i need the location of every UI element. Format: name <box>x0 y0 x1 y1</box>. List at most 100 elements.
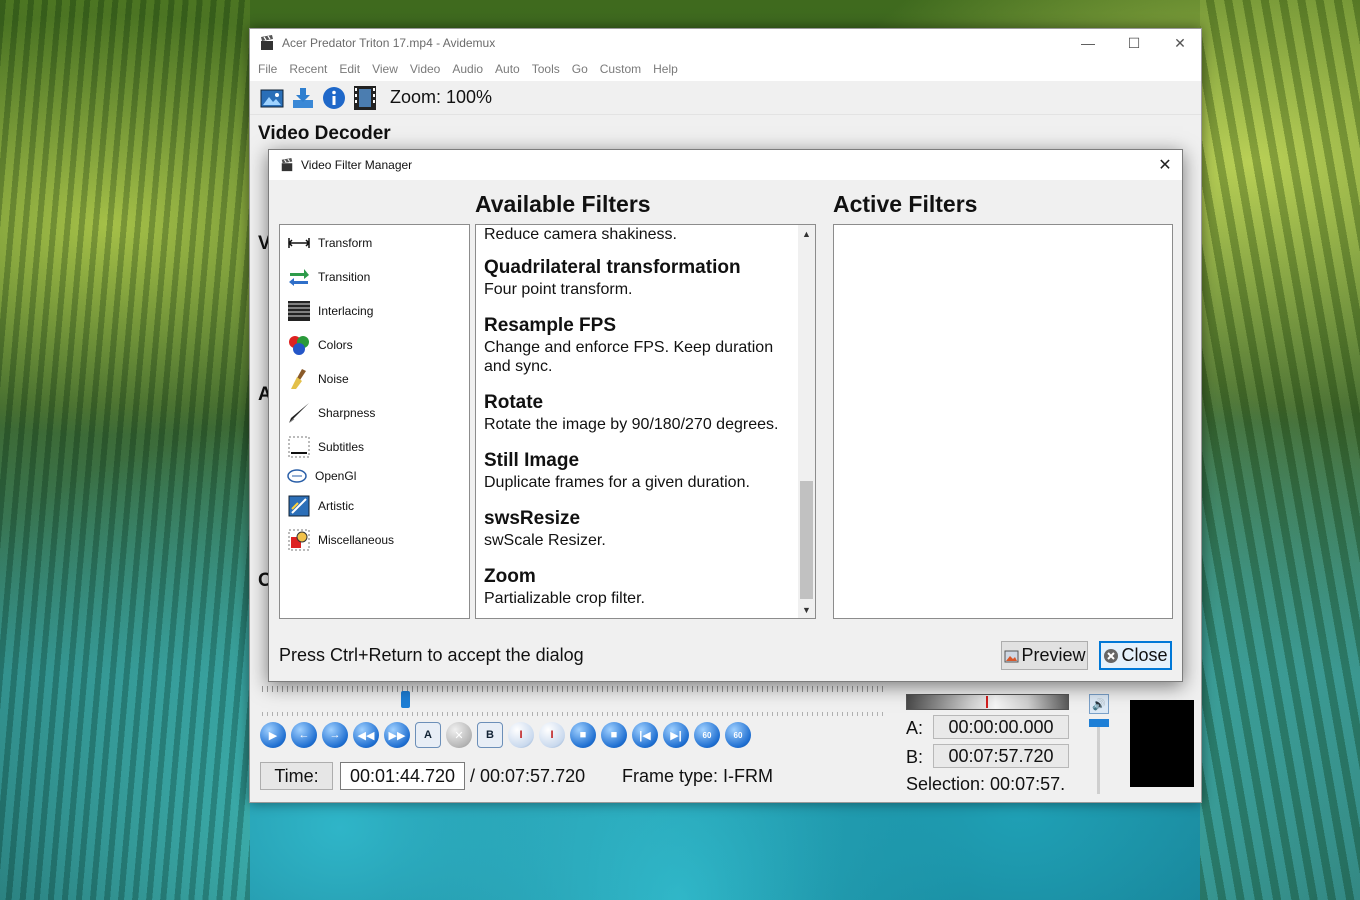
goto-marker-b-button[interactable]: I <box>539 722 565 748</box>
scroll-up-arrow-icon[interactable]: ▲ <box>798 225 815 242</box>
category-label: OpenGl <box>315 469 357 483</box>
save-download-icon <box>293 87 313 108</box>
goto-marker-a-button[interactable]: I <box>508 722 534 748</box>
preview-icon <box>1003 648 1019 664</box>
filter-category-list: Transform Transition Interlacing Colors … <box>279 224 470 619</box>
menu-edit[interactable]: Edit <box>334 62 365 76</box>
filter-item-zoom[interactable]: Zoom Partializable crop filter. <box>484 565 794 608</box>
dialog-titlebar[interactable]: Video Filter Manager ✕ <box>269 150 1182 180</box>
menu-help[interactable]: Help <box>648 62 683 76</box>
main-toolbar: Zoom: 100% <box>250 81 1201 115</box>
maximize-button[interactable]: ☐ <box>1111 29 1157 57</box>
filter-description: Change and enforce FPS. Keep duration an… <box>484 339 774 375</box>
wallpaper-right <box>1200 0 1360 900</box>
filter-description: Partializable crop filter. <box>484 590 645 607</box>
selection-meter <box>906 694 1069 710</box>
filmstrip-icon <box>354 85 376 110</box>
dialog-title: Video Filter Manager <box>301 158 413 172</box>
scroll-down-arrow-icon[interactable]: ▼ <box>798 601 815 618</box>
filter-item-rotate[interactable]: Rotate Rotate the image by 90/180/270 de… <box>484 391 794 434</box>
menu-video[interactable]: Video <box>405 62 445 76</box>
active-filters-list[interactable] <box>833 224 1173 619</box>
category-miscellaneous[interactable]: Miscellaneous <box>287 528 394 552</box>
available-filters-list[interactable]: Reduce camera shakiness. Quadrilateral t… <box>475 224 816 619</box>
marker-a-label: A: <box>906 718 924 738</box>
forward-60-button[interactable]: 60 <box>725 722 751 748</box>
menu-recent[interactable]: Recent <box>284 62 332 76</box>
colors-icon <box>287 334 311 356</box>
previous-frame-button[interactable]: ← <box>291 722 317 748</box>
reset-markers-button[interactable]: ✕ <box>446 722 472 748</box>
category-label: Transition <box>318 270 371 284</box>
menu-go[interactable]: Go <box>567 62 593 76</box>
menu-custom[interactable]: Custom <box>595 62 646 76</box>
category-label: Miscellaneous <box>318 533 395 547</box>
filter-item-resample-fps[interactable]: Resample FPS Change and enforce FPS. Kee… <box>484 314 794 376</box>
previous-black-frame-button[interactable]: ■ <box>570 722 596 748</box>
timeline-slider[interactable] <box>262 686 884 692</box>
filter-name: Zoom <box>484 566 536 587</box>
minimize-button[interactable]: — <box>1065 29 1111 57</box>
set-marker-b-button[interactable]: B <box>477 722 503 748</box>
back-60-button[interactable]: 60 <box>694 722 720 748</box>
filter-item-still-image[interactable]: Still Image Duplicate frames for a given… <box>484 449 794 492</box>
sharpness-icon <box>287 402 311 424</box>
menu-audio[interactable]: Audio <box>447 62 488 76</box>
close-window-button[interactable]: ✕ <box>1157 29 1203 57</box>
info-button[interactable] <box>320 84 348 112</box>
dialog-close-x-button[interactable]: ✕ <box>1148 150 1182 180</box>
next-black-frame-button[interactable]: ■ <box>601 722 627 748</box>
category-subtitles[interactable]: Subtitles <box>287 435 364 459</box>
active-filters-header: Active Filters <box>833 191 978 217</box>
menu-tools[interactable]: Tools <box>527 62 565 76</box>
play-button[interactable]: ▶ <box>260 722 286 748</box>
close-button[interactable]: Close <box>1099 641 1172 670</box>
time-button[interactable]: Time: <box>260 762 333 790</box>
scroll-thumb[interactable] <box>800 481 813 599</box>
previous-keyframe-button[interactable]: ◀◀ <box>353 722 379 748</box>
category-transition[interactable]: Transition <box>287 265 370 289</box>
video-filter-button[interactable] <box>351 84 379 112</box>
current-time-field[interactable]: 00:01:44.720 <box>340 762 465 790</box>
category-noise[interactable]: Noise <box>287 367 349 391</box>
first-frame-button[interactable]: |◀ <box>632 722 658 748</box>
category-transform[interactable]: Transform <box>287 231 372 255</box>
volume-thumb[interactable] <box>1089 719 1109 727</box>
transition-icon <box>287 266 311 288</box>
open-image-icon <box>260 89 284 107</box>
category-opengl[interactable]: OpenGl <box>287 464 356 488</box>
volume-slider[interactable] <box>1097 724 1100 794</box>
open-file-button[interactable] <box>258 84 286 112</box>
next-frame-button[interactable]: → <box>322 722 348 748</box>
volume-button[interactable]: 🔊 <box>1089 694 1109 714</box>
marker-b-glyph: B <box>486 729 494 741</box>
filter-name: Rotate <box>484 392 544 413</box>
menu-auto[interactable]: Auto <box>490 62 525 76</box>
set-marker-a-button[interactable]: A <box>415 722 441 748</box>
back-60-label: 60 <box>702 730 712 740</box>
save-button[interactable] <box>289 84 317 112</box>
timeline-thumb[interactable] <box>401 691 410 708</box>
menu-file[interactable]: File <box>253 62 282 76</box>
preview-button[interactable]: Preview <box>1001 641 1088 670</box>
category-label: Transform <box>318 236 373 250</box>
category-artistic[interactable]: Artistic <box>287 494 354 518</box>
artistic-icon <box>287 495 311 517</box>
marker-b-label: B: <box>906 747 924 767</box>
category-label: Subtitles <box>318 440 365 454</box>
filter-name: Resample FPS <box>484 315 616 336</box>
category-colors[interactable]: Colors <box>287 333 353 357</box>
preview-label: Preview <box>1021 645 1086 665</box>
category-label: Artistic <box>318 499 354 513</box>
filter-item-swsresize[interactable]: swsResize swScale Resizer. <box>484 507 794 550</box>
menu-view[interactable]: View <box>367 62 403 76</box>
category-interlacing[interactable]: Interlacing <box>287 299 373 323</box>
main-titlebar[interactable]: Acer Predator Triton 17.mp4 - Avidemux —… <box>250 29 1201 57</box>
filter-item-quadrilateral[interactable]: Quadrilateral transformation Four point … <box>484 256 794 299</box>
filters-scrollbar[interactable]: ▲ ▼ <box>798 225 815 618</box>
last-frame-button[interactable]: ▶| <box>663 722 689 748</box>
category-label: Noise <box>318 372 349 386</box>
next-keyframe-button[interactable]: ▶▶ <box>384 722 410 748</box>
category-sharpness[interactable]: Sharpness <box>287 401 375 425</box>
info-icon <box>323 86 345 109</box>
